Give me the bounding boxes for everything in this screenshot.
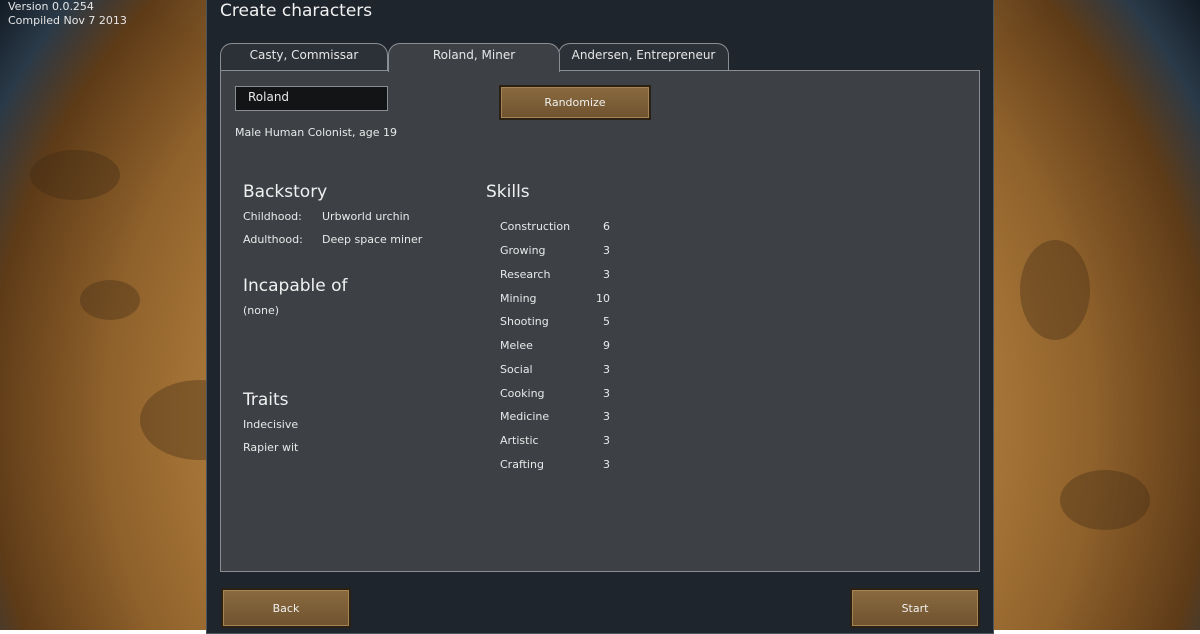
randomize-button[interactable]: Randomize — [499, 85, 651, 120]
skill-name: Medicine — [500, 410, 550, 423]
skill-row[interactable]: Social 3 — [500, 363, 620, 383]
skill-row[interactable]: Construction 6 — [500, 220, 620, 240]
skill-row[interactable]: Research 3 — [500, 268, 620, 288]
incapable-heading: Incapable of — [243, 276, 348, 296]
skill-level: 5 — [603, 315, 610, 328]
skills-heading: Skills — [486, 182, 530, 202]
trait-item[interactable]: Indecisive — [243, 418, 298, 431]
skill-level: 3 — [603, 268, 610, 281]
skill-row[interactable]: Shooting 5 — [500, 315, 620, 335]
skill-name: Shooting — [500, 315, 549, 328]
skill-name: Mining — [500, 292, 537, 305]
skill-name: Cooking — [500, 387, 545, 400]
back-button[interactable]: Back — [221, 588, 351, 628]
skill-name: Artistic — [500, 434, 539, 447]
incapable-value: (none) — [243, 304, 280, 317]
skill-level: 9 — [603, 339, 610, 352]
character-name-input[interactable] — [235, 86, 388, 111]
skill-level: 3 — [603, 244, 610, 257]
adulthood-label: Adulthood: — [243, 233, 303, 246]
skill-level: 3 — [603, 458, 610, 471]
skill-name: Growing — [500, 244, 546, 257]
trait-item[interactable]: Rapier wit — [243, 441, 298, 454]
skill-level: 6 — [603, 220, 610, 233]
backstory-heading: Backstory — [243, 182, 328, 202]
version-info: Version 0.0.254 Compiled Nov 7 2013 — [8, 0, 127, 28]
skill-level: 10 — [596, 292, 610, 305]
tab-roland-miner[interactable]: Roland, Miner — [388, 43, 560, 72]
tab-casty-commissar[interactable]: Casty, Commissar — [220, 43, 388, 71]
tab-andersen-entrepreneur[interactable]: Andersen, Entrepreneur — [558, 43, 729, 71]
version-number: Version 0.0.254 — [8, 0, 94, 13]
skill-name: Construction — [500, 220, 571, 233]
compile-date: Compiled Nov 7 2013 — [8, 14, 127, 27]
skill-name: Research — [500, 268, 551, 281]
character-description: Male Human Colonist, age 19 — [235, 126, 397, 139]
skill-level: 3 — [603, 387, 610, 400]
skill-row[interactable]: Crafting 3 — [500, 458, 620, 478]
skill-row[interactable]: Medicine 3 — [500, 410, 620, 430]
skill-name: Crafting — [500, 458, 544, 471]
skill-level: 3 — [603, 410, 610, 423]
skill-row[interactable]: Artistic 3 — [500, 434, 620, 454]
childhood-label: Childhood: — [243, 210, 302, 223]
skill-row[interactable]: Cooking 3 — [500, 387, 620, 407]
adulthood-value[interactable]: Deep space miner — [322, 233, 422, 246]
skill-row[interactable]: Mining 10 — [500, 292, 620, 312]
window-title: Create characters — [220, 1, 373, 21]
skill-level: 3 — [603, 363, 610, 376]
skill-name: Social — [500, 363, 533, 376]
skill-row[interactable]: Growing 3 — [500, 244, 620, 264]
skill-row[interactable]: Melee 9 — [500, 339, 620, 359]
traits-heading: Traits — [243, 390, 289, 410]
skill-name: Melee — [500, 339, 533, 352]
skill-level: 3 — [603, 434, 610, 447]
start-button[interactable]: Start — [850, 588, 980, 628]
childhood-value[interactable]: Urbworld urchin — [322, 210, 410, 223]
